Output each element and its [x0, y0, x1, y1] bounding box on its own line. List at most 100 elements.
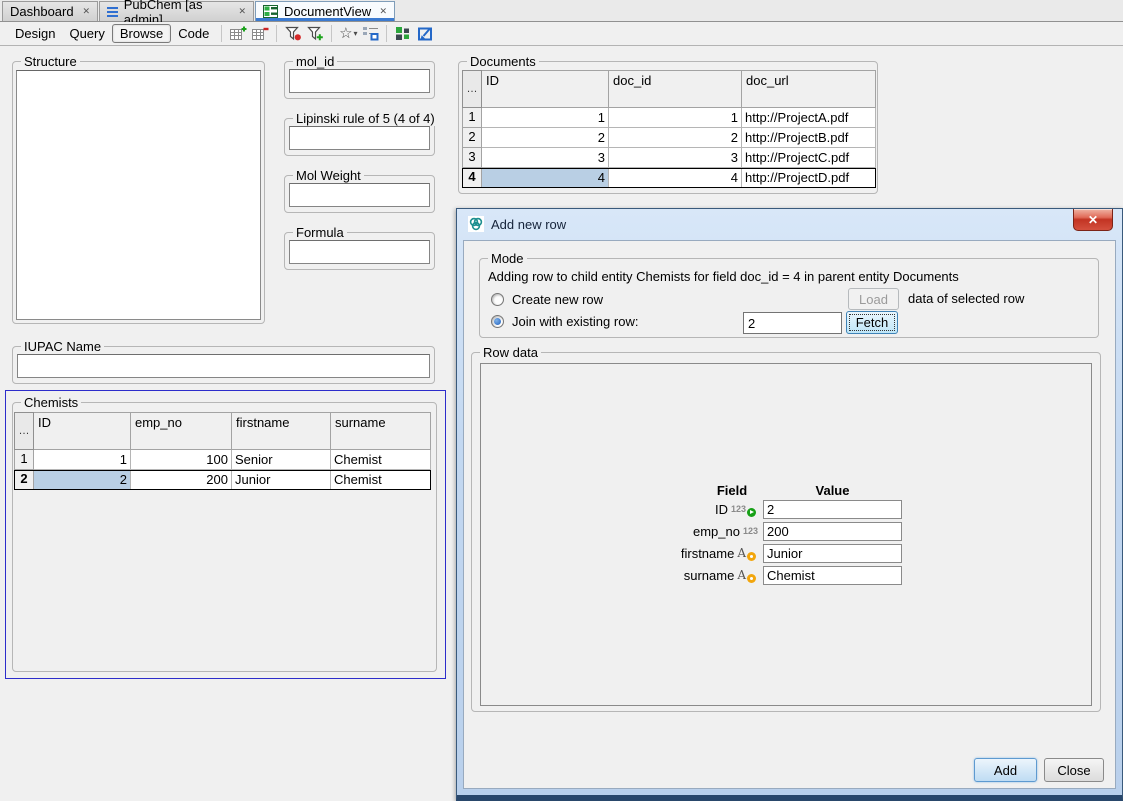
dialog-close-button[interactable]: ✕: [1073, 209, 1113, 231]
row-number[interactable]: 2: [462, 128, 482, 148]
join-existing-row-label: Join with existing row:: [512, 314, 638, 329]
table-row[interactable]: 3 3 3 http://ProjectC.pdf: [462, 148, 876, 168]
table-cell[interactable]: Chemist: [331, 470, 431, 490]
menu-icon: [107, 7, 118, 17]
surname-value-input[interactable]: [763, 566, 902, 585]
close-button[interactable]: Close: [1044, 758, 1104, 782]
field-name: emp_no: [693, 524, 740, 539]
iupac-name-label: IUPAC Name: [21, 339, 104, 354]
column-header[interactable]: ID: [482, 70, 609, 108]
tab-label: Dashboard: [10, 4, 74, 19]
table-cell[interactable]: http://ProjectD.pdf: [742, 168, 876, 188]
table-row[interactable]: 2 2 2 http://ProjectB.pdf: [462, 128, 876, 148]
table-corner-button[interactable]: …: [14, 412, 34, 450]
tab-dashboard[interactable]: Dashboard ✕: [2, 1, 98, 21]
table-cell[interactable]: 100: [131, 450, 232, 470]
table-cell[interactable]: 1: [482, 108, 609, 128]
table-cell[interactable]: 2: [482, 128, 609, 148]
primary-key-badge-icon: [747, 508, 756, 517]
join-row-id-input[interactable]: [743, 312, 842, 334]
mol-id-label: mol_id: [293, 54, 337, 69]
load-button[interactable]: Load: [848, 288, 899, 310]
formula-group: Formula: [284, 232, 435, 270]
table-cell[interactable]: 1: [34, 450, 131, 470]
favorites-icon[interactable]: ☆ ▾: [337, 25, 359, 43]
tab-label: DocumentView: [284, 4, 371, 19]
column-header[interactable]: surname: [331, 412, 431, 450]
column-header[interactable]: doc_url: [742, 70, 876, 108]
table-corner-button[interactable]: …: [462, 70, 482, 108]
tab-close-icon[interactable]: ✕: [82, 7, 90, 16]
tab-close-icon[interactable]: ✕: [379, 7, 387, 16]
field-label-firstname: firstname A: [564, 543, 758, 563]
mol-id-group: mol_id: [284, 61, 435, 99]
table-cell[interactable]: http://ProjectB.pdf: [742, 128, 876, 148]
mol-weight-label: Mol Weight: [293, 168, 364, 183]
iupac-name-field[interactable]: [17, 354, 430, 378]
mode-description: Adding row to child entity Chemists for …: [488, 269, 959, 284]
mol-id-field[interactable]: [289, 69, 430, 93]
row-number[interactable]: 2: [14, 470, 34, 490]
table-cell[interactable]: 200: [131, 470, 232, 490]
create-new-row-radio[interactable]: [491, 293, 504, 306]
code-button[interactable]: Code: [171, 24, 216, 43]
column-header[interactable]: emp_no: [131, 412, 232, 450]
value-column-header: Value: [763, 483, 902, 498]
column-header[interactable]: doc_id: [609, 70, 742, 108]
row-number[interactable]: 3: [462, 148, 482, 168]
table-cell[interactable]: 4: [609, 168, 742, 188]
structure-canvas[interactable]: [16, 70, 261, 320]
table-cell[interactable]: Senior: [232, 450, 331, 470]
id-value-input[interactable]: [763, 500, 902, 519]
query-button[interactable]: Query: [62, 24, 111, 43]
table-cell[interactable]: 3: [609, 148, 742, 168]
layout-icon[interactable]: [392, 25, 414, 43]
add-new-row-dialog: Add new row ✕ Mode Adding row to child e…: [456, 208, 1123, 801]
add-row-icon[interactable]: [227, 25, 249, 43]
add-filter-icon[interactable]: [304, 25, 326, 43]
add-button[interactable]: Add: [974, 758, 1037, 782]
table-cell[interactable]: 2: [34, 470, 131, 490]
edit-export-icon[interactable]: [414, 25, 436, 43]
table-row-selected[interactable]: 4 4 4 http://ProjectD.pdf: [462, 168, 876, 188]
table-row-selected[interactable]: 2 2 200 Junior Chemist: [14, 470, 431, 490]
lipinski-label: Lipinski rule of 5 (4 of 4): [293, 111, 438, 126]
tab-close-icon[interactable]: ✕: [238, 7, 246, 16]
field-name: ID: [715, 502, 728, 517]
numeric-type-icon: 123: [731, 504, 746, 514]
numeric-type-icon: 123: [743, 526, 758, 536]
column-header[interactable]: firstname: [232, 412, 331, 450]
table-cell[interactable]: 3: [482, 148, 609, 168]
document-view-icon: [263, 5, 278, 18]
string-type-icon: A: [737, 546, 746, 560]
row-number[interactable]: 1: [462, 108, 482, 128]
fetch-button[interactable]: Fetch: [846, 311, 898, 334]
table-row[interactable]: 1 1 1 http://ProjectA.pdf: [462, 108, 876, 128]
lipinski-field[interactable]: [289, 126, 430, 150]
formula-field[interactable]: [289, 240, 430, 264]
column-settings-icon[interactable]: [359, 25, 381, 43]
dialog-body: Mode Adding row to child entity Chemists…: [463, 240, 1116, 789]
design-button[interactable]: Design: [8, 24, 62, 43]
table-cell[interactable]: http://ProjectA.pdf: [742, 108, 876, 128]
row-number[interactable]: 1: [14, 450, 34, 470]
tab-pubchem[interactable]: PubChem [as admin] ✕: [99, 1, 254, 21]
table-row[interactable]: 1 1 100 Senior Chemist: [14, 450, 431, 470]
firstname-value-input[interactable]: [763, 544, 902, 563]
table-cell[interactable]: 4: [482, 168, 609, 188]
table-cell[interactable]: http://ProjectC.pdf: [742, 148, 876, 168]
mol-weight-field[interactable]: [289, 183, 430, 207]
browse-button[interactable]: Browse: [112, 24, 171, 43]
delete-row-icon[interactable]: [249, 25, 271, 43]
emp-no-value-input[interactable]: [763, 522, 902, 541]
row-number[interactable]: 4: [462, 168, 482, 188]
column-header[interactable]: ID: [34, 412, 131, 450]
table-cell[interactable]: Junior: [232, 470, 331, 490]
table-cell[interactable]: 2: [609, 128, 742, 148]
load-suffix-text: data of selected row: [908, 291, 1024, 306]
tab-documentview[interactable]: DocumentView ✕: [255, 1, 395, 21]
join-existing-row-radio[interactable]: [491, 315, 504, 328]
table-cell[interactable]: 1: [609, 108, 742, 128]
table-cell[interactable]: Chemist: [331, 450, 431, 470]
filter-icon[interactable]: [282, 25, 304, 43]
